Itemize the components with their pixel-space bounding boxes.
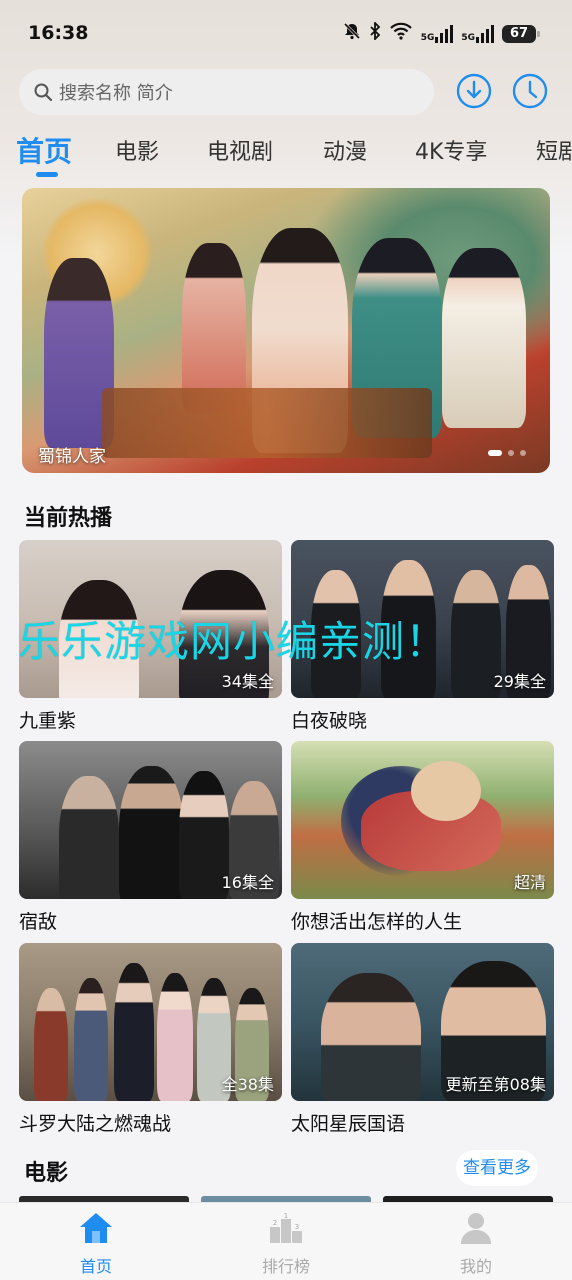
cell-signal-2: 5G xyxy=(461,24,494,43)
banner-pager xyxy=(488,450,526,456)
banner-figure xyxy=(442,248,526,428)
tab-tv-series[interactable]: 电视剧 xyxy=(207,134,273,166)
video-thumbnail: 全38集 xyxy=(19,943,282,1101)
tab-short-drama[interactable]: 短剧 xyxy=(536,134,572,166)
podium-icon: 12 3 xyxy=(270,1212,302,1243)
bottom-nav: 首页 12 3 排行榜 我的 xyxy=(0,1202,572,1280)
user-icon xyxy=(461,1213,491,1244)
video-thumbnail: 16集全 xyxy=(19,741,282,899)
history-button[interactable] xyxy=(512,73,548,109)
nav-label: 首页 xyxy=(79,1257,112,1276)
episode-badge: 34集全 xyxy=(221,672,274,691)
search-placeholder: 搜索名称 简介 xyxy=(59,83,173,104)
clock-icon xyxy=(512,73,548,109)
status-time: 16:38 xyxy=(28,22,89,44)
banner-caption: 蜀锦人家 xyxy=(38,447,106,467)
nav-profile[interactable]: 我的 xyxy=(436,1211,516,1277)
episode-badge: 更新至第08集 xyxy=(445,1075,546,1094)
nav-home[interactable]: 首页 xyxy=(56,1211,136,1277)
video-title: 太阳星辰国语 xyxy=(291,1113,406,1135)
status-icons: 5G 5G 67 xyxy=(343,20,540,45)
signal-bars-icon xyxy=(476,24,494,43)
video-title: 斗罗大陆之燃魂战 xyxy=(19,1113,172,1135)
svg-text:3: 3 xyxy=(295,1223,299,1231)
network-type-label: 5G xyxy=(420,32,435,43)
nav-label: 我的 xyxy=(459,1257,492,1276)
tab-movies[interactable]: 电影 xyxy=(115,134,159,166)
tab-anime[interactable]: 动漫 xyxy=(323,134,367,166)
nav-label: 排行榜 xyxy=(261,1257,310,1276)
video-thumbnail: 超清 xyxy=(291,741,554,899)
mute-bell-icon xyxy=(343,22,361,45)
active-tab-indicator xyxy=(36,172,58,177)
search-icon xyxy=(34,83,53,102)
section-title-movies: 电影 xyxy=(24,1161,69,1186)
watermark-text: 乐乐游戏网小编亲测！ xyxy=(18,617,449,666)
section-title-hot: 当前热播 xyxy=(24,506,113,531)
signal-bars-icon xyxy=(435,24,454,43)
download-icon xyxy=(456,73,492,109)
episode-badge: 全38集 xyxy=(221,1075,274,1094)
video-thumbnail: 更新至第08集 xyxy=(291,943,554,1101)
video-card[interactable]: 全38集 斗罗大陆之燃魂战 xyxy=(19,943,282,1136)
quality-badge: 超清 xyxy=(513,873,546,892)
home-icon xyxy=(80,1213,112,1243)
video-card[interactable]: 超清 你想活出怎样的人生 xyxy=(291,741,554,934)
cell-signal-1: 5G xyxy=(420,24,454,43)
search-input[interactable]: 搜索名称 简介 xyxy=(19,69,434,115)
video-card[interactable]: 更新至第08集 太阳星辰国语 xyxy=(291,943,554,1136)
video-title: 白夜破晓 xyxy=(291,710,368,732)
wifi-icon xyxy=(389,22,413,45)
video-title: 宿敌 xyxy=(19,911,58,933)
episode-badge: 29集全 xyxy=(493,672,546,691)
svg-text:2: 2 xyxy=(273,1219,277,1227)
video-title: 九重紫 xyxy=(19,710,77,732)
download-button[interactable] xyxy=(456,73,492,109)
episode-badge: 16集全 xyxy=(221,873,274,892)
see-more-button[interactable]: 查看更多 xyxy=(456,1150,538,1186)
featured-banner[interactable]: 蜀锦人家 xyxy=(22,188,550,473)
svg-text:1: 1 xyxy=(284,1212,288,1220)
network-type-label: 5G xyxy=(461,32,475,43)
banner-loom xyxy=(102,388,432,458)
battery-icon: 67 xyxy=(502,24,540,43)
tab-4k[interactable]: 4K专享 xyxy=(415,134,487,166)
category-tabs: 首页 电影 电视剧 动漫 4K专享 短剧 xyxy=(0,128,572,178)
video-card[interactable]: 16集全 宿敌 xyxy=(19,741,282,934)
tab-home[interactable]: 首页 xyxy=(16,130,72,170)
nav-ranking[interactable]: 12 3 排行榜 xyxy=(246,1211,326,1277)
bluetooth-icon xyxy=(369,20,381,45)
video-title: 你想活出怎样的人生 xyxy=(291,911,463,933)
status-bar: 16:38 5G 5G 67 xyxy=(0,0,572,66)
